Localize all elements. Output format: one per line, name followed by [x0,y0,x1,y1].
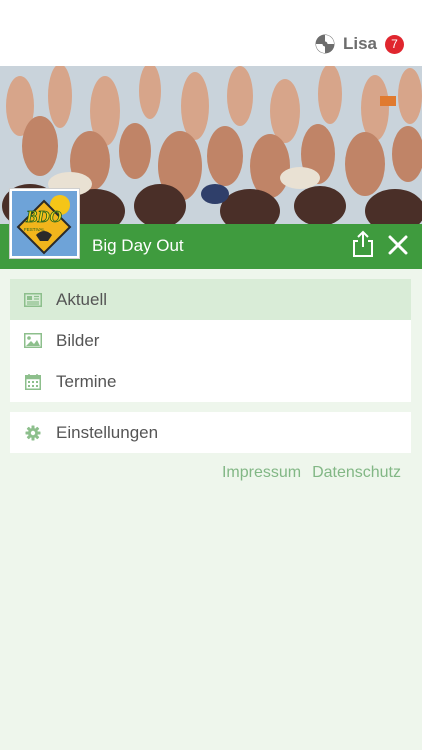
share-icon [353,230,373,257]
close-icon [388,235,408,255]
logo-subtext: FESTIVAL [24,227,45,232]
user-logo-icon [315,34,335,54]
share-button[interactable] [350,230,376,258]
logo-text: BDO [25,207,62,226]
menu-item-label: Bilder [56,330,100,350]
settings-menu: Einstellungen [10,412,411,453]
page-title: Big Day Out [92,236,184,255]
main-menu: Aktuell Bilder Termine [10,279,411,402]
footer-links: Impressum Datenschutz [222,464,401,482]
image-icon [24,332,42,350]
user-name: Lisa [342,34,377,53]
menu-item-label: Einstellungen [56,422,159,442]
notification-badge[interactable]: 7 [385,34,404,54]
top-bar: Lisa 7 [0,0,422,66]
festival-logo: BDO FESTIVAL [10,189,79,258]
impressum-link[interactable]: Impressum [222,464,301,482]
menu-item-label: Termine [56,371,117,391]
menu-item-aktuell[interactable]: Aktuell [10,279,411,320]
bdo-logo-icon: BDO FESTIVAL [12,191,77,256]
user-account[interactable]: Lisa 7 [315,32,404,56]
menu-item-termine[interactable]: Termine [10,361,411,402]
gear-icon [24,424,42,442]
calendar-icon [24,373,42,391]
menu-item-bilder[interactable]: Bilder [10,320,411,361]
menu-item-einstellungen[interactable]: Einstellungen [10,412,411,453]
newspaper-icon [24,291,42,309]
datenschutz-link[interactable]: Datenschutz [312,464,401,482]
close-button[interactable] [387,234,409,256]
menu-item-label: Aktuell [56,289,108,309]
